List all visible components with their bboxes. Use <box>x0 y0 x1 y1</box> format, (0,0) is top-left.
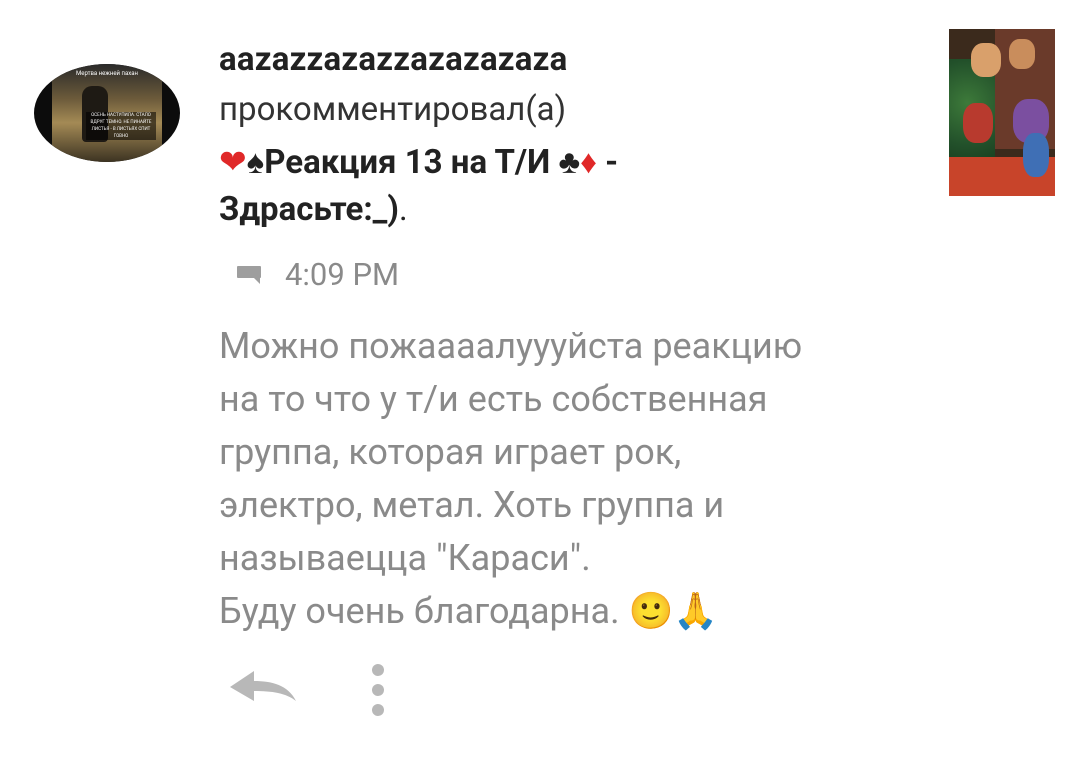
thumb-character <box>1009 39 1035 69</box>
comment-line: Можно пожаааалуууйста реакцию <box>219 325 803 367</box>
avatar-caption: Мертва нежней пахан <box>76 70 138 77</box>
comment-line: группа, которая играет рок, <box>219 431 682 473</box>
comment-line: называецца "Караси". <box>219 537 591 579</box>
thumb-character <box>963 103 993 143</box>
spade-suit-icon: ♠ <box>246 143 265 182</box>
post-title-line-1[interactable]: ❤♠Реакция 13 на Т/И ♣♦ - <box>219 142 618 182</box>
reply-button[interactable] <box>228 667 298 707</box>
heart-suit-icon: ❤ <box>219 143 247 182</box>
user-avatar[interactable]: Мертва нежней пахан ОСЕНЬ НАСТУПИЛА. СТА… <box>34 64 180 162</box>
post-title-line-2[interactable]: Здрасьте:_). <box>219 190 408 229</box>
action-text: прокомментировал(а) <box>219 90 567 129</box>
post-thumbnail[interactable] <box>949 29 1055 196</box>
club-suit-icon: ♣ <box>558 143 581 182</box>
thumb-character <box>971 43 1001 77</box>
comment-line: электро, метал. Хоть группа и <box>219 484 725 526</box>
post-title-text-2: Здрасьте:_) <box>219 190 399 229</box>
title-period: . <box>398 190 408 229</box>
comment-icon <box>237 266 263 284</box>
more-options-button[interactable] <box>368 664 388 716</box>
avatar-image: Мертва нежней пахан ОСЕНЬ НАСТУПИЛА. СТА… <box>52 64 162 162</box>
thumb-character <box>1023 133 1049 177</box>
timestamp: 4:09 PM <box>285 255 400 293</box>
comment-line: Буду очень благодарна. 🙂🙏 <box>219 590 719 632</box>
avatar-meme-text: ОСЕНЬ НАСТУПИЛА. СТАЛО ВДРУГ ТЕМНО. НЕ П… <box>86 112 156 140</box>
comment-line: на то что у т/и есть собственная <box>219 378 768 420</box>
timestamp-row: 4:09 PM <box>237 254 399 294</box>
title-dash: - <box>605 143 619 182</box>
diamond-suit-icon: ♦ <box>580 143 597 182</box>
username[interactable]: aazazzazazzazazazaza <box>219 40 568 79</box>
post-title-text: Реакция 13 на Т/И <box>264 143 551 182</box>
reply-arrow-icon <box>230 671 296 701</box>
comment-body: Можно пожаааалуууйста реакцию на то что … <box>219 320 979 638</box>
